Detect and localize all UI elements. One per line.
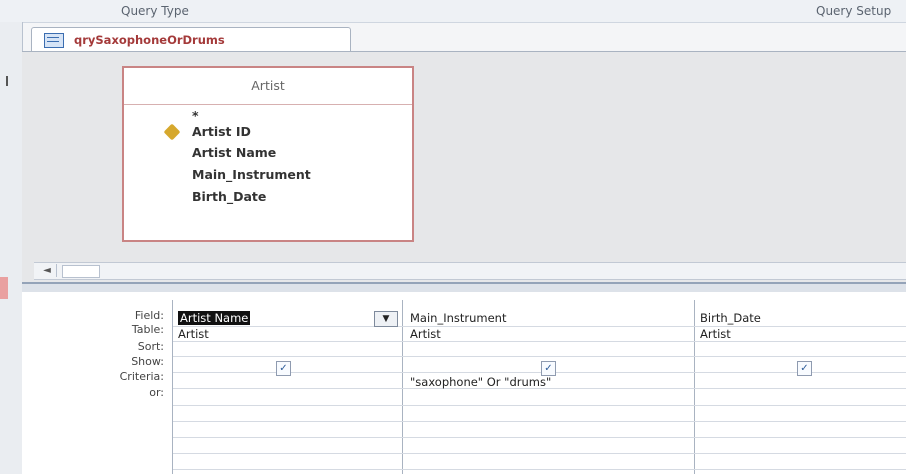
grid-row-divider: [173, 437, 906, 438]
grid-row-divider: [173, 405, 906, 406]
query-type-group-label: Query Type: [121, 4, 189, 18]
field-birth-date[interactable]: Birth_Date: [192, 189, 266, 204]
row-label-table: Table:: [131, 323, 164, 336]
navigation-pane-edge[interactable]: [0, 22, 23, 474]
grid-row-divider: [173, 421, 906, 422]
design-horizontal-scrollbar[interactable]: ◄: [34, 262, 906, 280]
artist-table-box[interactable]: Artist * Artist ID Artist Name Main_Inst…: [122, 66, 414, 242]
primary-key-icon: [163, 123, 181, 141]
field-all-columns[interactable]: *: [192, 108, 199, 123]
field-cell-column-1[interactable]: Artist Name: [178, 311, 251, 325]
show-checkbox-column-2[interactable]: ✓: [541, 361, 556, 376]
criteria-cell-column-2[interactable]: "saxophone" Or "drums": [410, 375, 551, 389]
table-cell-column-1[interactable]: Artist: [178, 327, 209, 341]
grid-row-labels: Field: Table: Sort: Show: Criteria: or:: [22, 292, 172, 474]
left-edge-marker: [6, 76, 8, 86]
ribbon-strip: Query Type Query Setup: [0, 0, 906, 23]
row-label-or: or:: [149, 386, 164, 399]
grid-row-divider: [173, 453, 906, 454]
field-cell-column-3[interactable]: Birth_Date: [700, 311, 761, 325]
tab-query[interactable]: qrySaxophoneOrDrums: [31, 27, 351, 52]
table-cell-column-3[interactable]: Artist: [700, 327, 731, 341]
left-edge-highlight: [0, 277, 8, 299]
row-label-field: Field:: [134, 309, 164, 322]
grid-row-divider: [173, 341, 906, 342]
query-setup-group-label: Query Setup: [816, 4, 892, 18]
field-dropdown-icon[interactable]: ▼: [374, 311, 398, 327]
row-label-show: Show:: [131, 355, 164, 368]
grid-row-divider: [173, 356, 906, 357]
field-artist-name[interactable]: Artist Name: [192, 145, 276, 160]
show-checkbox-column-3[interactable]: ✓: [797, 361, 812, 376]
grid-row-divider: [173, 326, 906, 327]
artist-table-title[interactable]: Artist: [124, 68, 412, 105]
scroll-thumb[interactable]: [62, 265, 100, 278]
field-cell-column-2[interactable]: Main_Instrument: [410, 311, 506, 325]
tab-query-label: qrySaxophoneOrDrums: [74, 33, 225, 47]
show-checkbox-column-1[interactable]: ✓: [276, 361, 291, 376]
field-main-instrument[interactable]: Main_Instrument: [192, 167, 311, 182]
grid-row-divider: [173, 469, 906, 470]
query-icon: [44, 33, 64, 48]
field-artist-id[interactable]: Artist ID: [192, 124, 251, 139]
table-cell-column-2[interactable]: Artist: [410, 327, 441, 341]
row-label-sort: Sort:: [137, 340, 164, 353]
scroll-left-arrow-icon[interactable]: ◄: [38, 264, 57, 277]
row-label-criteria: Criteria:: [119, 370, 164, 383]
